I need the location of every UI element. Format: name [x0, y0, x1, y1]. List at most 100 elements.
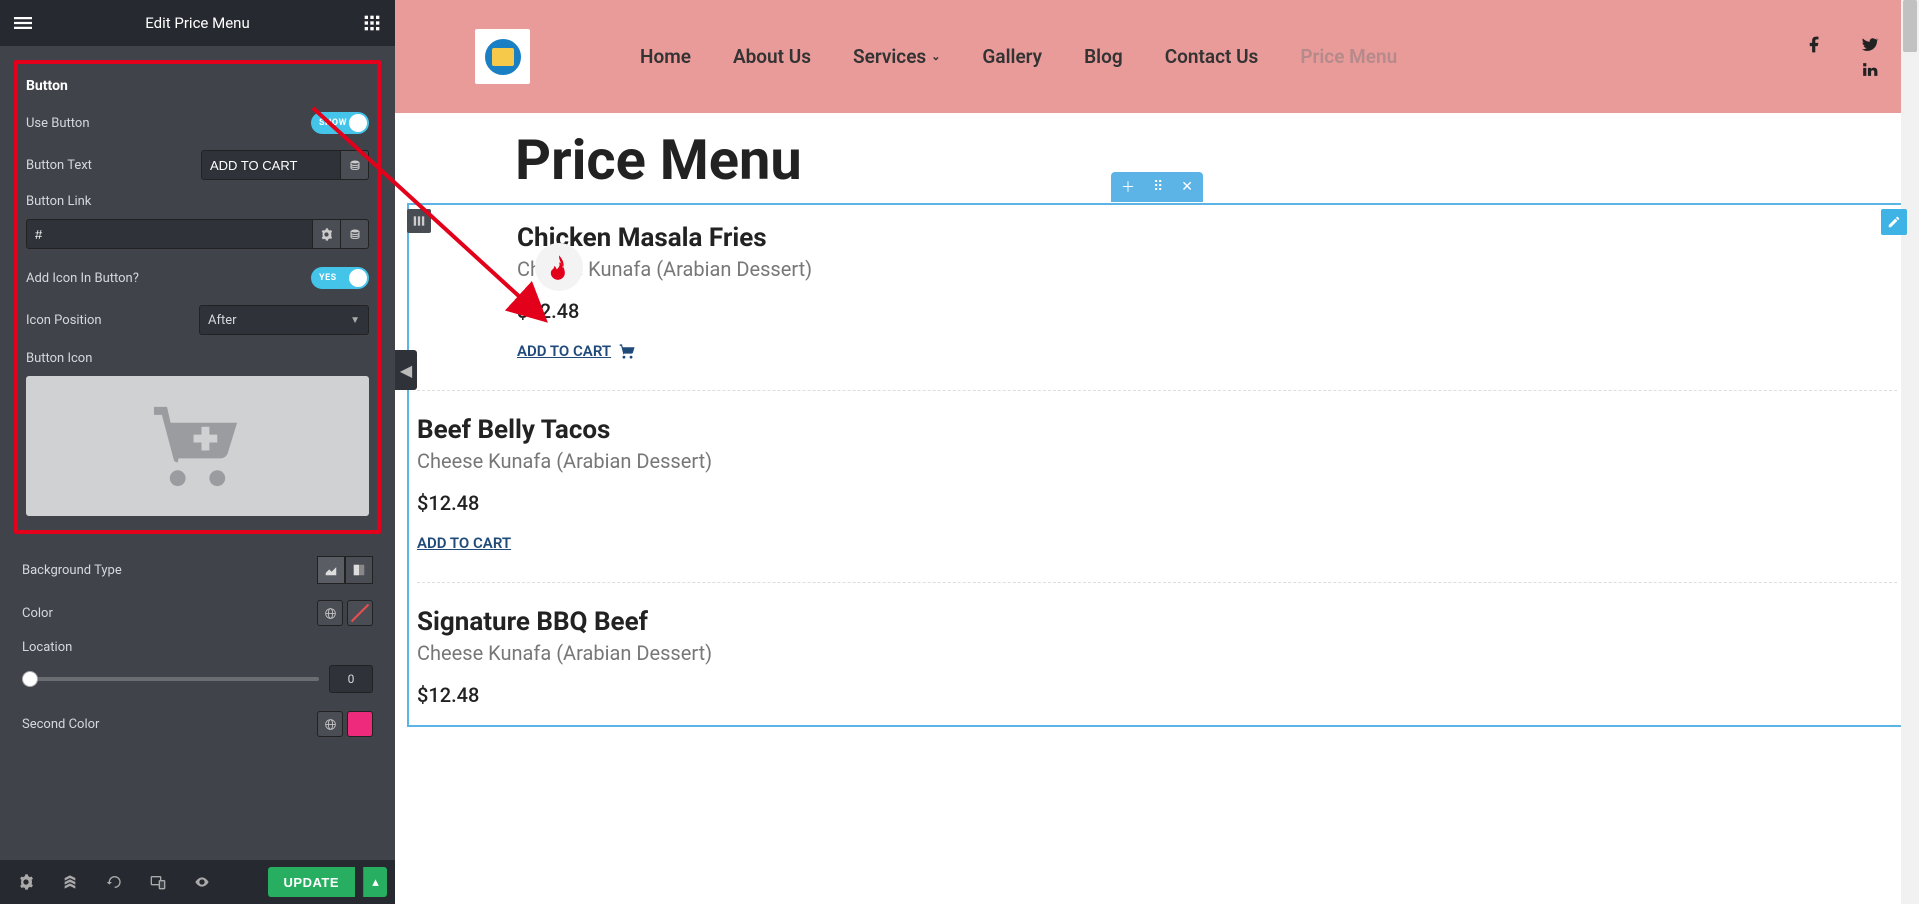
label-icon-position: Icon Position: [26, 313, 102, 328]
price-menu-section: Chicken Masala Fries Cheese Kunafa (Arab…: [407, 203, 1907, 727]
apps-grid-icon[interactable]: [361, 12, 383, 34]
slider-track[interactable]: [22, 677, 319, 681]
label-background-type: Background Type: [22, 563, 122, 578]
nav-home[interactable]: Home: [640, 45, 691, 68]
edit-widget-button[interactable]: [1881, 209, 1907, 235]
responsive-icon[interactable]: [140, 867, 176, 897]
sidebar-body: Button Use Button SHOW Button Text: [0, 46, 395, 860]
fire-icon: [535, 243, 583, 291]
row-icon-position: Icon Position After ▼: [26, 297, 369, 343]
update-button[interactable]: UPDATE: [268, 867, 355, 897]
nav-contact[interactable]: Contact Us: [1165, 45, 1259, 68]
twitter-icon[interactable]: [1860, 35, 1879, 54]
dynamic-tags-button-text[interactable]: [341, 150, 369, 180]
button-section-highlight: Button Use Button SHOW Button Text: [14, 60, 381, 534]
nav-gallery[interactable]: Gallery: [982, 45, 1042, 68]
menu-item-price: $12.48: [417, 491, 1897, 533]
preview-area: Home About Us Services⌄ Gallery Blog Con…: [395, 0, 1919, 904]
input-button-link[interactable]: [26, 219, 313, 249]
menu-item: Beef Belly Tacos Cheese Kunafa (Arabian …: [417, 391, 1897, 583]
menu-icon[interactable]: [12, 12, 34, 34]
menu-item-title: Signature BBQ Beef: [417, 607, 1897, 641]
chevron-down-icon: ▼: [350, 315, 360, 326]
section-add-icon[interactable]: ＋: [1117, 175, 1139, 199]
menu-item-subtitle: Cheese Kunafa (Arabian Dessert): [517, 257, 1897, 299]
menu-item-subtitle: Cheese Kunafa (Arabian Dessert): [417, 641, 1897, 683]
section-title-button: Button: [26, 72, 369, 104]
sidebar-footer: UPDATE ▴: [0, 860, 395, 904]
sidebar-header: Edit Price Menu: [0, 0, 395, 46]
panel-collapse-button[interactable]: ◀: [395, 350, 417, 390]
select-icon-position[interactable]: After ▼: [199, 305, 369, 335]
label-add-icon: Add Icon In Button?: [26, 271, 139, 286]
slider-thumb[interactable]: [22, 671, 38, 687]
history-icon[interactable]: [96, 867, 132, 897]
scrollbar[interactable]: [1901, 0, 1919, 904]
column-handle-icon[interactable]: [407, 209, 431, 233]
menu-item-subtitle: Cheese Kunafa (Arabian Dessert): [417, 449, 1897, 491]
global-second-color-button[interactable]: [317, 711, 343, 737]
label-button-link: Button Link: [26, 188, 369, 215]
toggle-knob: [349, 114, 367, 132]
site-logo[interactable]: [475, 29, 530, 84]
menu-item-price: $12.48: [517, 299, 1897, 341]
label-button-text: Button Text: [26, 158, 92, 173]
style-settings: Background Type Color: [0, 544, 395, 749]
cart-icon: [619, 343, 636, 360]
row-second-color: Second Color: [22, 703, 373, 745]
menu-item-title: Beef Belly Tacos: [417, 415, 1897, 449]
slider-location: 0: [22, 661, 373, 703]
facebook-icon[interactable]: [1805, 35, 1824, 54]
button-icon-preview[interactable]: [26, 376, 369, 516]
section-close-icon[interactable]: ✕: [1177, 177, 1197, 197]
dynamic-tags-button-link[interactable]: [341, 219, 369, 249]
section-toolbar: ＋ ⠿ ✕: [1111, 172, 1203, 202]
menu-item-title: Chicken Masala Fries: [517, 223, 1897, 257]
menu-item: Signature BBQ Beef Cheese Kunafa (Arabia…: [417, 583, 1897, 725]
cart-plus-icon: [150, 399, 245, 494]
preview-icon[interactable]: [184, 867, 220, 897]
chevron-down-icon: ⌄: [931, 50, 940, 63]
editor-sidebar: Edit Price Menu Button Use Button SHOW B…: [0, 0, 395, 904]
global-color-button[interactable]: [317, 600, 343, 626]
row-button-link: [26, 219, 369, 249]
input-button-text[interactable]: [201, 150, 341, 180]
settings-icon[interactable]: [8, 867, 44, 897]
menu-items-list: Chicken Masala Fries Cheese Kunafa (Arab…: [409, 205, 1905, 725]
site-nav: Home About Us Services⌄ Gallery Blog Con…: [640, 45, 1397, 68]
slider-value[interactable]: 0: [329, 665, 373, 693]
label-use-button: Use Button: [26, 116, 90, 131]
row-background-type: Background Type: [22, 548, 373, 592]
toggle-use-button[interactable]: SHOW: [311, 112, 369, 134]
menu-item-price: $12.48: [417, 683, 1897, 725]
row-add-icon: Add Icon In Button? YES: [26, 259, 369, 297]
link-options-button[interactable]: [313, 219, 341, 249]
site-header: Home About Us Services⌄ Gallery Blog Con…: [395, 0, 1919, 113]
nav-about[interactable]: About Us: [733, 45, 811, 68]
navigator-icon[interactable]: [52, 867, 88, 897]
bg-classic-button[interactable]: [317, 556, 345, 584]
row-button-text: Button Text: [26, 142, 369, 188]
social-icons: [1805, 35, 1879, 79]
update-dropdown[interactable]: ▴: [363, 867, 387, 897]
nav-blog[interactable]: Blog: [1084, 45, 1123, 68]
add-to-cart-button[interactable]: ADD TO CART: [517, 342, 636, 360]
nav-price-menu[interactable]: Price Menu: [1300, 45, 1397, 68]
section-drag-icon[interactable]: ⠿: [1149, 177, 1167, 197]
second-color-swatch[interactable]: [347, 711, 373, 737]
toggle-knob: [349, 269, 367, 287]
toggle-add-icon[interactable]: YES: [311, 267, 369, 289]
scrollbar-thumb[interactable]: [1903, 0, 1917, 52]
menu-item: Chicken Masala Fries Cheese Kunafa (Arab…: [417, 215, 1897, 391]
add-to-cart-button[interactable]: ADD TO CART: [417, 534, 511, 552]
label-location: Location: [22, 634, 373, 661]
row-color: Color: [22, 592, 373, 634]
nav-services[interactable]: Services⌄: [853, 45, 940, 68]
row-use-button: Use Button SHOW: [26, 104, 369, 142]
linkedin-icon[interactable]: [1860, 60, 1879, 79]
color-swatch-none[interactable]: [347, 600, 373, 626]
label-color: Color: [22, 606, 53, 621]
label-second-color: Second Color: [22, 717, 99, 732]
sidebar-title: Edit Price Menu: [34, 14, 361, 32]
bg-gradient-button[interactable]: [345, 556, 373, 584]
